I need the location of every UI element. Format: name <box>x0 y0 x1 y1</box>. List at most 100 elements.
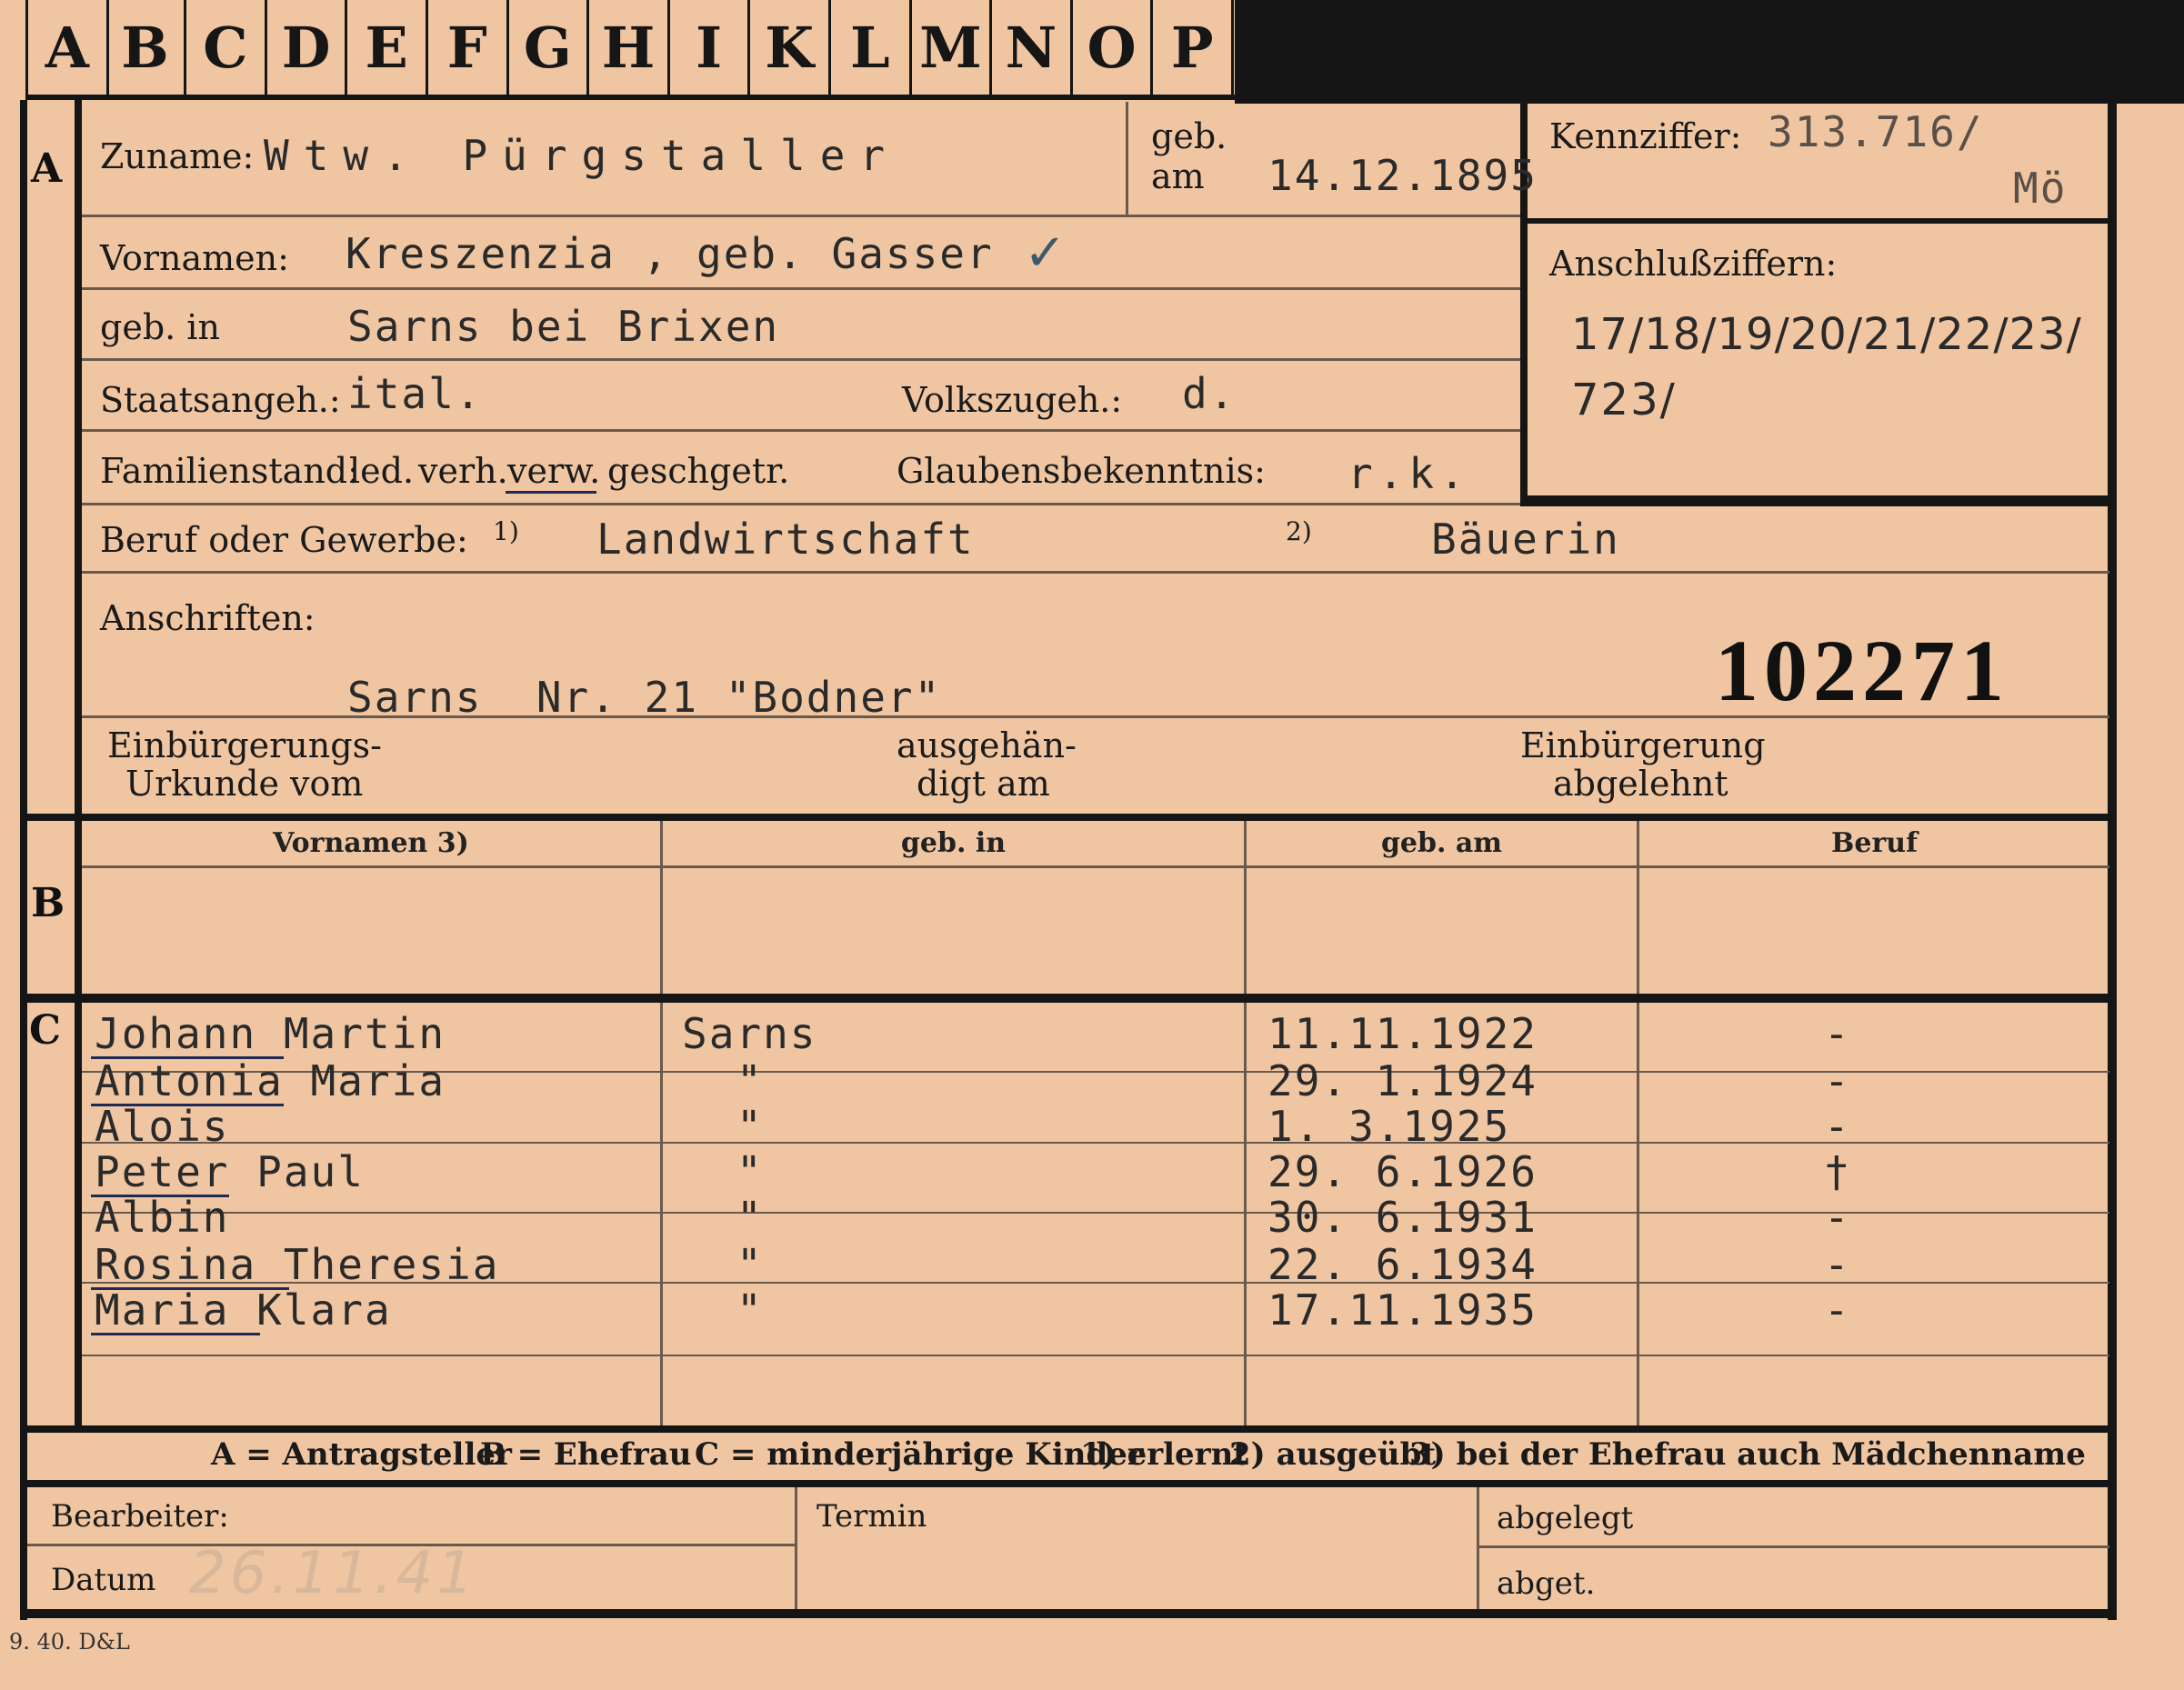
child-birthdate: 29. 6.1926 <box>1267 1147 1538 1196</box>
legend-a: A = Antragsteller <box>211 1436 512 1473</box>
geb-in-value: Sarns bei Brixen <box>347 302 780 351</box>
child-name: Rosina Theresia <box>95 1240 500 1289</box>
child-birthplace: " <box>736 1193 764 1242</box>
beruf-footnote-1: 1) <box>493 516 519 546</box>
abgelegt-label: abgelegt <box>1497 1500 1634 1536</box>
child-beruf: - <box>1824 1240 1851 1289</box>
print-code: 9. 40. D&L <box>9 1629 130 1655</box>
tab-letter-e[interactable]: E <box>347 0 428 95</box>
card-frame-bottom <box>20 1609 2117 1618</box>
datum-label: Datum <box>51 1562 156 1598</box>
legend-c: C = minderjährige Kinder <box>695 1436 1144 1473</box>
alphabet-tabs: ABCDEFGHIKLMNOP <box>25 0 1235 100</box>
zuname-value: Wtw. Pürgstaller <box>264 131 900 180</box>
geb-am-label-2: am <box>1151 156 1205 196</box>
tab-letter-a[interactable]: A <box>25 0 109 95</box>
child-name: Antonia Maria <box>95 1056 446 1105</box>
glaubens-value: r.k. <box>1347 449 1470 498</box>
tab-letter-m[interactable]: M <box>912 0 993 95</box>
vornamen-value: Kreszenzia , geb. Gasser <box>346 229 994 278</box>
col-header-geb-am: geb. am <box>1380 827 1503 859</box>
beruf-label: Beruf oder Gewerbe: <box>100 520 468 560</box>
child-beruf: † <box>1824 1147 1851 1196</box>
tab-letter-o[interactable]: O <box>1073 0 1154 95</box>
card-frame-left <box>20 100 27 1620</box>
tab-letter-h[interactable]: H <box>589 0 670 95</box>
child-birthplace: " <box>736 1240 764 1289</box>
tab-letter-g[interactable]: G <box>509 0 590 95</box>
tab-letter-d[interactable]: D <box>267 0 348 95</box>
legend-fn1: 1) erlernt <box>1080 1436 1248 1473</box>
kennziffer-value: 313.716/ <box>1768 107 1984 156</box>
check-mark-icon: ✓ <box>1024 224 1067 283</box>
tab-letter-i[interactable]: I <box>670 0 751 95</box>
child-name: Maria Klara <box>95 1285 392 1335</box>
tab-letter-p[interactable]: P <box>1153 0 1234 95</box>
child-beruf: - <box>1824 1193 1851 1242</box>
familienstand-option-verh: verh. <box>418 451 508 491</box>
card-frame-right <box>2108 100 2117 1620</box>
bearbeiter-label: Bearbeiter: <box>51 1498 229 1535</box>
child-name: Peter Paul <box>95 1147 365 1196</box>
child-birthplace: " <box>736 1056 764 1105</box>
legend-fn2: 2) ausgeübt <box>1229 1436 1437 1473</box>
child-beruf: - <box>1824 1285 1851 1335</box>
anschluss-line-2: 723/ <box>1571 375 1677 425</box>
kennziffer-label: Kennziffer: <box>1549 116 1742 156</box>
tab-letter-n[interactable]: N <box>992 0 1073 95</box>
ausgeh-label-1: ausgehän- <box>897 725 1077 765</box>
datum-value: 26.11.41 <box>189 1540 477 1607</box>
abgelehnt-label-2: abgelehnt <box>1553 764 1728 804</box>
familienstand-option-led: led. <box>349 451 415 491</box>
col-header-geb-in: geb. in <box>900 827 1007 859</box>
child-birthdate: 1. 3.1925 <box>1267 1102 1511 1151</box>
abget-label: abget. <box>1497 1565 1596 1602</box>
urkunde-label-2: Urkunde vom <box>125 764 364 804</box>
child-birthdate: 11.11.1922 <box>1267 1009 1538 1058</box>
top-right-dark-area <box>1235 0 2184 104</box>
staatsangeh-value: ital. <box>347 369 483 418</box>
abgelehnt-label-1: Einbürgerung <box>1520 725 1766 765</box>
legend-fn3: 3) bei der Ehefrau auch Mädchenname <box>1409 1436 2086 1473</box>
child-birthdate: 30. 6.1931 <box>1267 1193 1538 1242</box>
tab-letter-c[interactable]: C <box>186 0 267 95</box>
anschluss-label: Anschlußziffern: <box>1549 244 1838 284</box>
tab-letter-b[interactable]: B <box>106 0 187 95</box>
name-underline <box>91 1333 260 1335</box>
familienstand-option-verw: verw. <box>507 451 601 491</box>
child-birthplace: " <box>736 1102 764 1151</box>
child-name: Albin <box>95 1193 230 1242</box>
child-name: Johann Martin <box>95 1009 446 1058</box>
termin-label: Termin <box>816 1498 927 1535</box>
child-birthplace: " <box>736 1285 764 1335</box>
child-name: Alois <box>95 1102 230 1151</box>
card-frame-inner-left <box>75 100 82 1427</box>
vornamen-label: Vornamen: <box>100 238 289 278</box>
section-a-marker: A <box>31 145 63 192</box>
ausgeh-label-2: digt am <box>917 764 1050 804</box>
anschriften-value: Sarns Nr. 21 "Bodner" <box>347 673 942 722</box>
tab-letter-k[interactable]: K <box>750 0 831 95</box>
beruf-footnote-2: 2) <box>1286 516 1312 546</box>
section-c-marker: C <box>29 1007 62 1054</box>
zuname-label: Zuname: <box>100 136 255 176</box>
child-beruf: - <box>1824 1009 1851 1058</box>
anschluss-line-1: 17/18/19/20/21/22/23/ <box>1571 309 2082 360</box>
legend-b: B = Ehefrau <box>480 1436 692 1473</box>
child-birthdate: 22. 6.1934 <box>1267 1240 1538 1289</box>
stamp-number: 102271 <box>1715 622 2009 719</box>
glaubens-label: Glaubensbekenntnis: <box>897 451 1266 491</box>
tab-letter-f[interactable]: F <box>428 0 509 95</box>
child-birthplace: Sarns <box>682 1009 817 1058</box>
volkszugeh-label: Volkszugeh.: <box>902 380 1123 420</box>
tab-letter-l[interactable]: L <box>831 0 912 95</box>
staatsangeh-label: Staatsangeh.: <box>100 380 341 420</box>
beruf-value-2: Bäuerin <box>1431 515 1620 564</box>
child-birthplace: " <box>736 1147 764 1196</box>
geb-am-label-1: geb. <box>1151 116 1227 156</box>
child-birthdate: 17.11.1935 <box>1267 1285 1538 1335</box>
col-header-beruf: Beruf <box>1831 827 1918 859</box>
section-b-marker: B <box>31 880 65 926</box>
anschriften-label: Anschriften: <box>100 598 316 638</box>
child-beruf: - <box>1824 1056 1851 1105</box>
